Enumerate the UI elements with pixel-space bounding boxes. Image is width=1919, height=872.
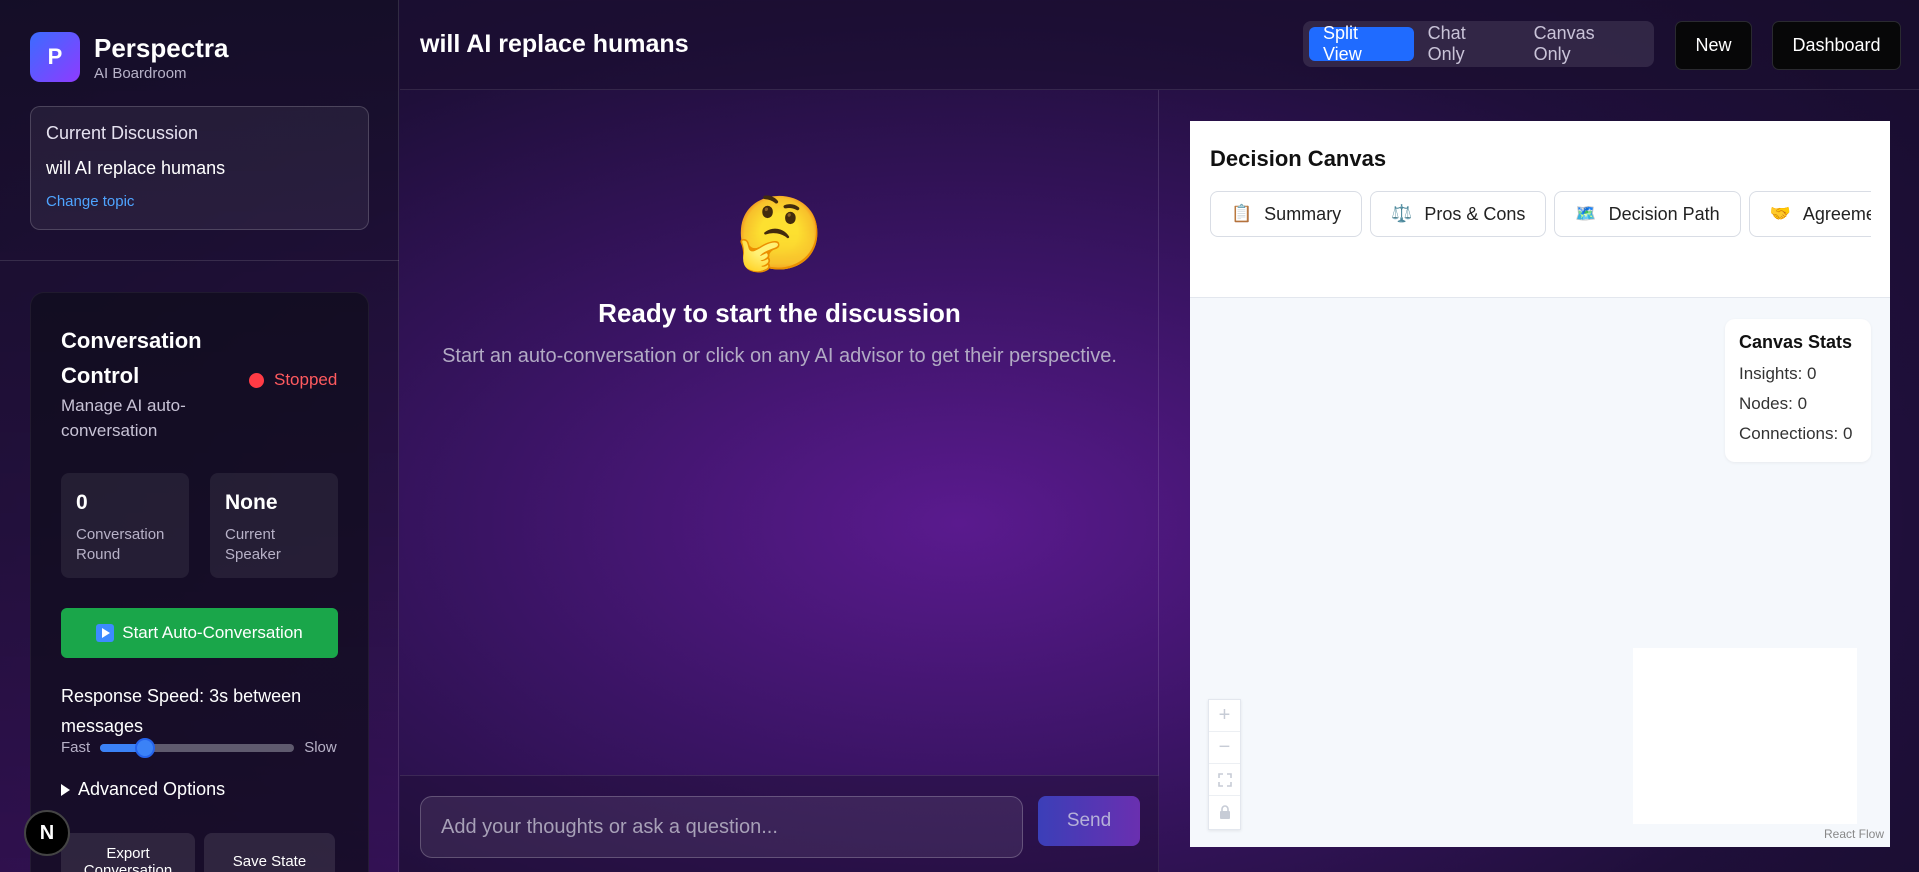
tab-summary[interactable]: 📋 Summary [1210, 191, 1363, 237]
current-speaker-label: Current Speaker [225, 526, 281, 563]
canvas-title: Decision Canvas [1210, 146, 1387, 171]
tab-pros-cons[interactable]: ⚖️ Pros & Cons [1370, 191, 1547, 237]
canvas-tabs: 📋 Summary ⚖️ Pros & Cons 🗺️ Decision Pat… [1210, 191, 1871, 241]
next-logo-icon[interactable]: N [24, 810, 70, 856]
page-title: will AI replace humans [420, 30, 689, 58]
react-flow-attribution[interactable]: React Flow [1824, 827, 1884, 841]
conversation-control-card: Conversation Control Manage AI auto-conv… [30, 292, 369, 872]
message-input[interactable] [420, 796, 1023, 858]
brand-logo-icon: P [30, 32, 80, 82]
start-auto-conversation-button[interactable]: Start Auto-Conversation [61, 608, 338, 658]
sidebar-divider [0, 260, 399, 261]
zoom-in-icon[interactable]: + [1209, 700, 1240, 732]
conversation-control-subtitle: Manage AI auto-conversation [61, 396, 186, 440]
status-text: Stopped [274, 370, 338, 389]
dashboard-button[interactable]: Dashboard [1772, 21, 1901, 70]
slider-thumb[interactable] [135, 737, 156, 758]
conversation-control-title: Conversation Control [61, 328, 202, 388]
tab-summary-label: Summary [1264, 203, 1342, 224]
canvas-zoom-controls: + − [1208, 699, 1241, 830]
message-composer: Send [400, 775, 1159, 872]
advanced-options-toggle[interactable]: Advanced Options [61, 779, 225, 800]
canvas-minimap[interactable] [1633, 648, 1857, 824]
tab-decision-path[interactable]: 🗺️ Decision Path [1554, 191, 1741, 237]
response-speed-label: Response Speed: 3s between messages [61, 686, 302, 736]
response-speed-slider[interactable] [100, 737, 295, 758]
chat-only-button[interactable]: Chat Only [1414, 23, 1520, 64]
chat-panel: 🤔 Ready to start the discussion Start an… [400, 90, 1159, 872]
status-badge: Stopped [249, 370, 337, 390]
top-header: will AI replace humans Split View Chat O… [400, 0, 1919, 90]
sidebar: P Perspectra AI Boardroom Current Discus… [0, 0, 399, 872]
map-icon: 🗺️ [1575, 204, 1597, 223]
speed-slow-label: Slow [304, 739, 337, 756]
new-button[interactable]: New [1675, 21, 1752, 70]
brand-subtitle: AI Boardroom [94, 64, 187, 82]
conversation-round-label: Conversation Round [76, 526, 165, 563]
tab-decision-path-label: Decision Path [1608, 203, 1720, 224]
disclosure-triangle-icon [61, 783, 70, 796]
fit-view-icon[interactable] [1209, 764, 1240, 796]
current-speaker-stat: None Current Speaker [210, 473, 338, 578]
canvas-stats-nodes: Nodes: 0 [1739, 394, 1808, 413]
empty-state-title: Ready to start the discussion [598, 298, 961, 328]
status-dot-icon [249, 372, 264, 388]
canvas-stats-connections: Connections: 0 [1739, 424, 1853, 443]
play-icon [96, 624, 115, 642]
handshake-icon: 🤝 [1769, 204, 1791, 223]
canvas-stats-card: Canvas Stats Insights: 0 Nodes: 0 Connec… [1725, 319, 1871, 462]
current-discussion-label: Current Discussion [46, 123, 199, 143]
export-conversation-button[interactable]: Export Conversation [61, 833, 195, 872]
zoom-out-icon[interactable]: − [1209, 732, 1240, 764]
brand: P Perspectra AI Boardroom [30, 32, 228, 82]
canvas-header: Decision Canvas 📋 Summary ⚖️ Pros & Cons… [1190, 121, 1890, 298]
brand-name: Perspectra [94, 32, 229, 63]
tab-agreement-label: Agreement [1802, 203, 1871, 224]
start-auto-conversation-label: Start Auto-Conversation [122, 623, 303, 642]
view-toggle: Split View Chat Only Canvas Only [1303, 21, 1654, 67]
send-button[interactable]: Send [1038, 796, 1140, 846]
balance-scale-icon: ⚖️ [1391, 204, 1413, 223]
response-speed-slider-row: Fast Slow [61, 737, 341, 758]
current-discussion-topic: will AI replace humans [46, 158, 226, 178]
split-view-button[interactable]: Split View [1309, 23, 1414, 64]
tab-pros-cons-label: Pros & Cons [1424, 203, 1526, 224]
lock-icon[interactable] [1209, 796, 1240, 828]
decision-canvas-panel: Decision Canvas 📋 Summary ⚖️ Pros & Cons… [1190, 121, 1890, 847]
clipboard-icon: 📋 [1231, 204, 1253, 223]
empty-state-subtitle: Start an auto-conversation or click on a… [442, 345, 1117, 367]
current-discussion-card: Current Discussion will AI replace human… [30, 106, 369, 230]
tab-agreement[interactable]: 🤝 Agreement [1748, 191, 1871, 237]
speed-fast-label: Fast [61, 739, 91, 756]
canvas-stats-insights: Insights: 0 [1739, 364, 1817, 383]
advanced-options-label: Advanced Options [78, 779, 226, 799]
save-state-button[interactable]: Save State [204, 833, 335, 872]
conversation-round-value: 0 [76, 491, 88, 514]
change-topic-link[interactable]: Change topic [46, 193, 353, 210]
canvas-stats-title: Canvas Stats [1739, 332, 1853, 352]
conversation-round-stat: 0 Conversation Round [61, 473, 189, 578]
current-speaker-value: None [225, 491, 278, 514]
canvas-only-button[interactable]: Canvas Only [1520, 23, 1648, 64]
thinking-face-icon: 🤔 [734, 194, 825, 274]
